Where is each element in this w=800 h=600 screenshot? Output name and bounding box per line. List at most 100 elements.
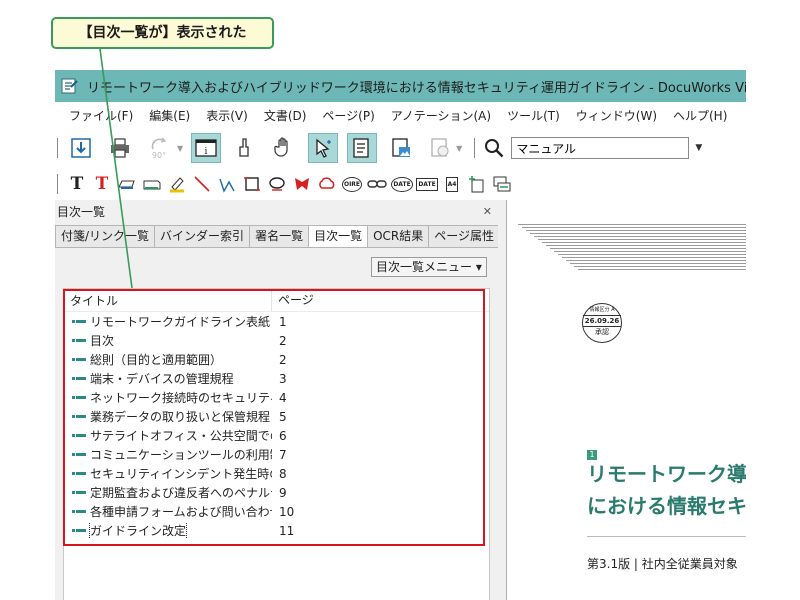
window-title: リモートワーク導入およびハイブリッドワーク環境における情報セキュリティ運用ガイド… — [87, 80, 746, 96]
toc-row[interactable]: コミュニケーションツールの利用制限 7 — [64, 445, 489, 464]
hand-icon — [274, 137, 288, 157]
toc-panel: 目次一覧 ✕ 付箋/リンク一覧 バインダー索引 署名一覧 目次一覧 OCR結果 … — [55, 200, 501, 600]
toc-title-cell: 端末・デバイスの管理規程 — [64, 370, 272, 387]
toolbar-divider — [474, 138, 476, 158]
page-size-label: A4 — [445, 176, 459, 192]
rectangle-tool-button[interactable] — [241, 173, 263, 195]
search-dropdown-icon[interactable]: ▼ — [695, 143, 702, 153]
toc-page-cell: 6 — [279, 428, 287, 443]
toc-title-cell: 目次 — [64, 332, 272, 349]
page-edge-line — [546, 245, 746, 246]
hand-tool-button[interactable] — [269, 133, 299, 163]
annotation-toolbar: T T OIRE DATE DATE A4 — [55, 168, 746, 200]
stamp-annotation-button-1[interactable]: OIRE — [341, 173, 363, 195]
pan-tool-button[interactable] — [230, 133, 260, 163]
text-select-button[interactable] — [347, 133, 378, 163]
toc-row[interactable]: ガイドライン改定 11 — [64, 521, 489, 540]
ellipse-tool-button[interactable] — [266, 173, 288, 195]
tab-sticky-links[interactable]: 付箋/リンク一覧 — [55, 225, 156, 247]
close-icon[interactable]: ✕ — [483, 205, 492, 218]
print-button[interactable] — [105, 133, 135, 163]
menu-page[interactable]: ページ(P) — [314, 107, 382, 124]
toc-row[interactable]: 業務データの取り扱いと保管規程 5 — [64, 407, 489, 426]
approval-stamp: 情報区分 A 26.09.26 承認 — [582, 303, 622, 343]
svg-text:i: i — [205, 147, 208, 157]
column-header-title[interactable]: タイトル — [64, 292, 271, 309]
list-header: タイトル ページ — [64, 289, 489, 312]
menu-view[interactable]: 表示(V) — [198, 107, 256, 124]
stamp-date: 26.09.26 — [583, 317, 621, 327]
pointer-hand-icon — [239, 138, 249, 157]
toc-row[interactable]: 各種申請フォームおよび問い合わせ先 10 — [64, 502, 489, 521]
polygon-tool-button[interactable] — [291, 173, 313, 195]
search-icon[interactable] — [483, 137, 505, 159]
text-annotation-button[interactable]: T — [66, 173, 88, 195]
toc-row[interactable]: 目次 2 — [64, 331, 489, 350]
bookmark-icon — [72, 357, 86, 361]
menu-document[interactable]: 文書(D) — [256, 107, 315, 124]
date-stamp-label: DATE — [391, 176, 413, 192]
toc-row[interactable]: 定期監査および違反者へのペナルティ 9 — [64, 483, 489, 502]
menu-edit[interactable]: 編集(E) — [141, 107, 198, 124]
toc-page-cell: 2 — [279, 333, 287, 348]
red-text-annotation-button[interactable]: T — [91, 173, 113, 195]
panel-title: 目次一覧 — [57, 204, 106, 219]
search-input[interactable] — [511, 137, 690, 159]
page-edge-line — [542, 242, 746, 243]
image-page-icon — [392, 138, 411, 157]
page-edge-line — [550, 248, 746, 249]
toc-row[interactable]: サテライトオフィス・公共空間での禁... 6 — [64, 426, 489, 445]
tab-content: 目次一覧メニュー ▾ タイトル ページ リモートワークガイドライン表紙 1 目次 2 総… — [55, 247, 498, 600]
link-button[interactable] — [366, 173, 388, 195]
tab-signature-list[interactable]: 署名一覧 — [249, 225, 310, 247]
tab-binder-index[interactable]: バインダー索引 — [154, 225, 251, 247]
rotate-button[interactable]: 90° — [144, 133, 174, 163]
toc-row[interactable]: 総則（目的と適用範囲） 2 — [64, 350, 489, 369]
toc-menu-button[interactable]: 目次一覧メニュー ▾ — [371, 257, 487, 277]
info-button[interactable]: i — [191, 133, 222, 163]
document-preview: 情報区分 A 26.09.26 承認 1 リモートワーク導 における情報セキ 第… — [506, 200, 746, 600]
toc-row[interactable]: ネットワーク接続時のセキュリティルール 4 — [64, 388, 489, 407]
toc-title: 定期監査および違反者へのペナルティ — [90, 486, 272, 500]
select-tool-button[interactable] — [308, 133, 339, 163]
menu-annotation[interactable]: アノテーション(A) — [383, 107, 499, 124]
chevron-down-icon[interactable]: ▼ — [177, 144, 183, 153]
toc-row[interactable]: セキュリティインシデント発生時の初... 8 — [64, 464, 489, 483]
page-edge-line — [558, 254, 746, 255]
bookmark-icon — [72, 452, 86, 456]
annotation-list-button[interactable] — [491, 173, 513, 195]
panel-splitter[interactable] — [498, 200, 506, 600]
date-stamp-label: DATE — [416, 177, 438, 191]
toc-list: タイトル ページ リモートワークガイドライン表紙 1 目次 2 総則（目的と適用範囲） 2… — [63, 288, 490, 600]
stamp-tool-button[interactable] — [425, 133, 455, 163]
image-tool-button[interactable] — [386, 133, 416, 163]
page-edge-line — [534, 236, 746, 237]
menu-file[interactable]: ファイル(F) — [61, 107, 141, 124]
toc-title: セキュリティインシデント発生時の初... — [90, 467, 272, 481]
column-header-page[interactable]: ページ — [271, 289, 321, 311]
tab-ocr-results[interactable]: OCR結果 — [367, 225, 430, 247]
freehand-tool-button[interactable] — [316, 173, 338, 195]
toc-row[interactable]: リモートワークガイドライン表紙 1 — [64, 312, 489, 331]
marker-annotation-button[interactable] — [116, 173, 138, 195]
menu-window[interactable]: ウィンドウ(W) — [568, 107, 665, 124]
polyline-tool-button[interactable] — [216, 173, 238, 195]
add-annotation-button[interactable] — [466, 173, 488, 195]
tab-page-attributes[interactable]: ページ属性 — [428, 225, 501, 247]
line-tool-button[interactable] — [191, 173, 213, 195]
document-lines-icon — [353, 138, 369, 158]
toc-row[interactable]: 端末・デバイスの管理規程 3 — [64, 369, 489, 388]
toc-title-cell: セキュリティインシデント発生時の初... — [64, 465, 272, 482]
page-size-button[interactable]: A4 — [441, 173, 463, 195]
highlighter-button[interactable] — [166, 173, 188, 195]
chevron-down-icon[interactable]: ▼ — [456, 144, 462, 153]
menu-help[interactable]: ヘルプ(H) — [665, 107, 735, 124]
bookmark-icon — [72, 490, 86, 494]
docuworks-window: リモートワーク導入およびハイブリッドワーク環境における情報セキュリティ運用ガイド… — [55, 70, 746, 600]
save-button[interactable] — [66, 133, 96, 163]
sticky-note-button[interactable] — [141, 173, 163, 195]
date-stamp-button-2[interactable]: DATE — [416, 173, 438, 195]
menu-tools[interactable]: ツール(T) — [499, 107, 568, 124]
date-stamp-button-1[interactable]: DATE — [391, 173, 413, 195]
tab-toc-list[interactable]: 目次一覧 — [308, 225, 369, 247]
